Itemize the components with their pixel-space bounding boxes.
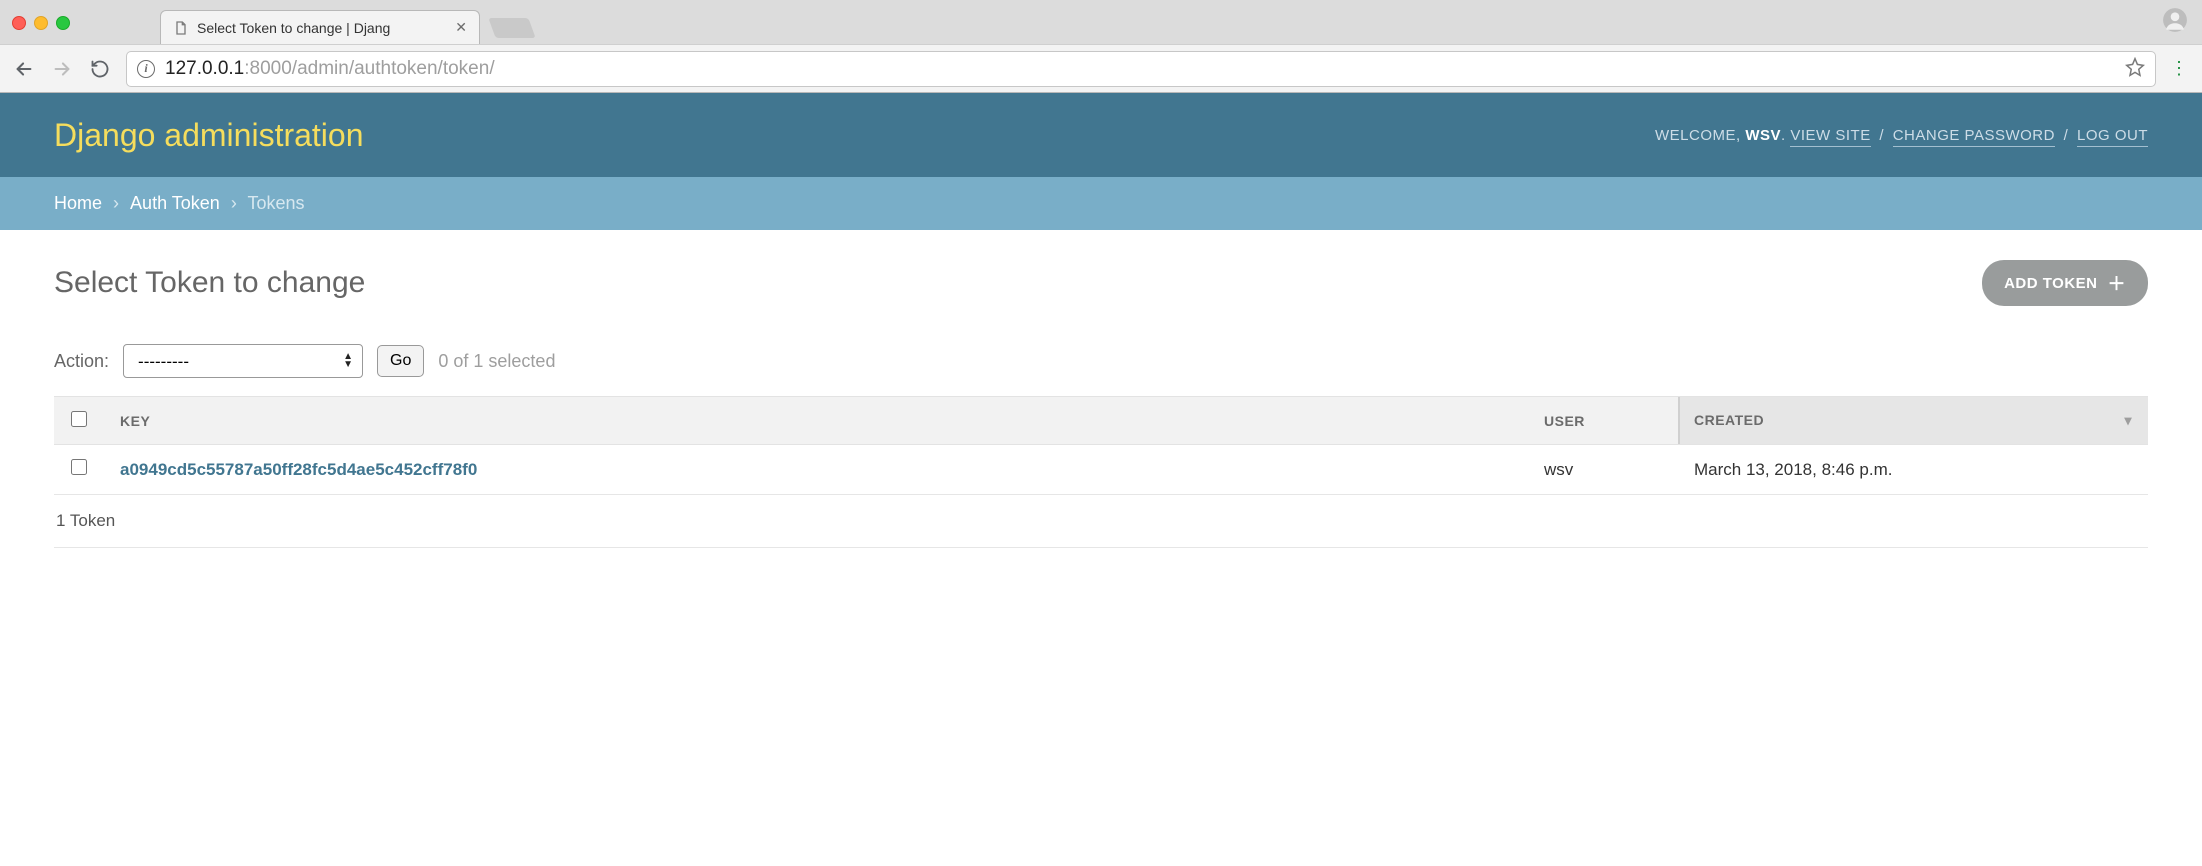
site-title[interactable]: Django administration <box>54 117 364 154</box>
plus-icon: ＋ <box>2108 270 2127 296</box>
url-host: 127.0.0.1 <box>165 58 244 79</box>
row-checkbox-cell <box>54 445 104 495</box>
welcome-label: WELCOME, <box>1655 127 1745 144</box>
change-password-link[interactable]: CHANGE PASSWORD <box>1893 127 2055 147</box>
view-site-link[interactable]: VIEW SITE <box>1790 127 1870 147</box>
col-created-label: CREATED <box>1694 412 1764 428</box>
forward-button[interactable] <box>50 57 74 81</box>
page-icon <box>173 20 189 36</box>
link-sep: / <box>1875 127 1889 144</box>
results-table: KEY USER CREATED ▾ a0949cd5c55787a50ff28… <box>54 396 2148 495</box>
table-row: a0949cd5c55787a50ff28fc5d4ae5c452cff78f0… <box>54 445 2148 495</box>
browser-chrome: Select Token to change | Djang ✕ i 127.0… <box>0 0 2202 93</box>
action-select[interactable]: --------- <box>123 344 363 378</box>
bookmark-icon[interactable] <box>2125 57 2145 80</box>
username: WSV <box>1745 127 1781 144</box>
breadcrumb-sep: › <box>231 193 237 213</box>
profile-icon[interactable] <box>2162 7 2188 36</box>
back-button[interactable] <box>12 57 36 81</box>
maximize-window-icon[interactable] <box>56 16 70 30</box>
select-all-checkbox[interactable] <box>71 411 87 427</box>
new-tab-button[interactable] <box>488 18 535 38</box>
browser-toolbar: i 127.0.0.1:8000/admin/authtoken/token/ … <box>0 44 2202 92</box>
breadcrumbs: Home › Auth Token › Tokens <box>0 177 2202 230</box>
breadcrumb-app[interactable]: Auth Token <box>130 193 220 213</box>
link-sep: / <box>2059 127 2073 144</box>
tab-title: Select Token to change | Djang <box>197 20 447 36</box>
token-key-link[interactable]: a0949cd5c55787a50ff28fc5d4ae5c452cff78f0 <box>120 460 477 479</box>
col-user-header[interactable]: USER <box>1528 397 1678 445</box>
content: Select Token to change ADD TOKEN ＋ Actio… <box>0 230 2202 578</box>
paginator: 1 Token <box>54 495 2148 548</box>
browser-tab[interactable]: Select Token to change | Djang ✕ <box>160 10 480 44</box>
table-header-row: KEY USER CREATED ▾ <box>54 397 2148 445</box>
browser-menu-icon[interactable]: ⋮ <box>2170 58 2190 79</box>
site-info-icon[interactable]: i <box>137 60 155 78</box>
minimize-window-icon[interactable] <box>34 16 48 30</box>
address-bar[interactable]: i 127.0.0.1:8000/admin/authtoken/token/ <box>126 51 2156 87</box>
logout-link[interactable]: LOG OUT <box>2077 127 2148 147</box>
browser-tabbar: Select Token to change | Djang ✕ <box>0 0 2202 44</box>
item-count: 1 Token <box>56 511 115 530</box>
url-path: :8000/admin/authtoken/token/ <box>244 58 494 79</box>
action-label: Action: <box>54 351 109 372</box>
cell-user: wsv <box>1528 445 1678 495</box>
cell-key: a0949cd5c55787a50ff28fc5d4ae5c452cff78f0 <box>104 445 1528 495</box>
breadcrumb-sep: › <box>113 193 119 213</box>
actions-bar: Action: --------- ▲▼ Go 0 of 1 selected <box>54 344 2148 378</box>
cell-created: March 13, 2018, 8:46 p.m. <box>1678 445 2148 495</box>
add-token-button[interactable]: ADD TOKEN ＋ <box>1982 260 2148 306</box>
select-all-header <box>54 397 104 445</box>
col-key-header[interactable]: KEY <box>104 397 1528 445</box>
breadcrumb-current: Tokens <box>248 193 305 213</box>
go-button[interactable]: Go <box>377 345 424 377</box>
add-token-label: ADD TOKEN <box>2004 275 2097 292</box>
window-controls <box>12 16 70 30</box>
user-links: WELCOME, WSV. VIEW SITE / CHANGE PASSWOR… <box>1655 127 2148 144</box>
col-created-header[interactable]: CREATED ▾ <box>1678 397 2148 445</box>
breadcrumb-home[interactable]: Home <box>54 193 102 213</box>
selection-count: 0 of 1 selected <box>438 351 555 372</box>
tab-close-icon[interactable]: ✕ <box>455 19 467 36</box>
row-checkbox[interactable] <box>71 459 87 475</box>
page-title: Select Token to change <box>54 266 365 300</box>
content-header: Select Token to change ADD TOKEN ＋ <box>54 260 2148 306</box>
reload-button[interactable] <box>88 57 112 81</box>
action-select-wrap: --------- ▲▼ <box>123 344 363 378</box>
sort-desc-icon: ▾ <box>2124 412 2132 429</box>
dot-sep: . <box>1781 127 1790 144</box>
close-window-icon[interactable] <box>12 16 26 30</box>
admin-header: Django administration WELCOME, WSV. VIEW… <box>0 93 2202 177</box>
url-text: 127.0.0.1:8000/admin/authtoken/token/ <box>165 58 495 80</box>
